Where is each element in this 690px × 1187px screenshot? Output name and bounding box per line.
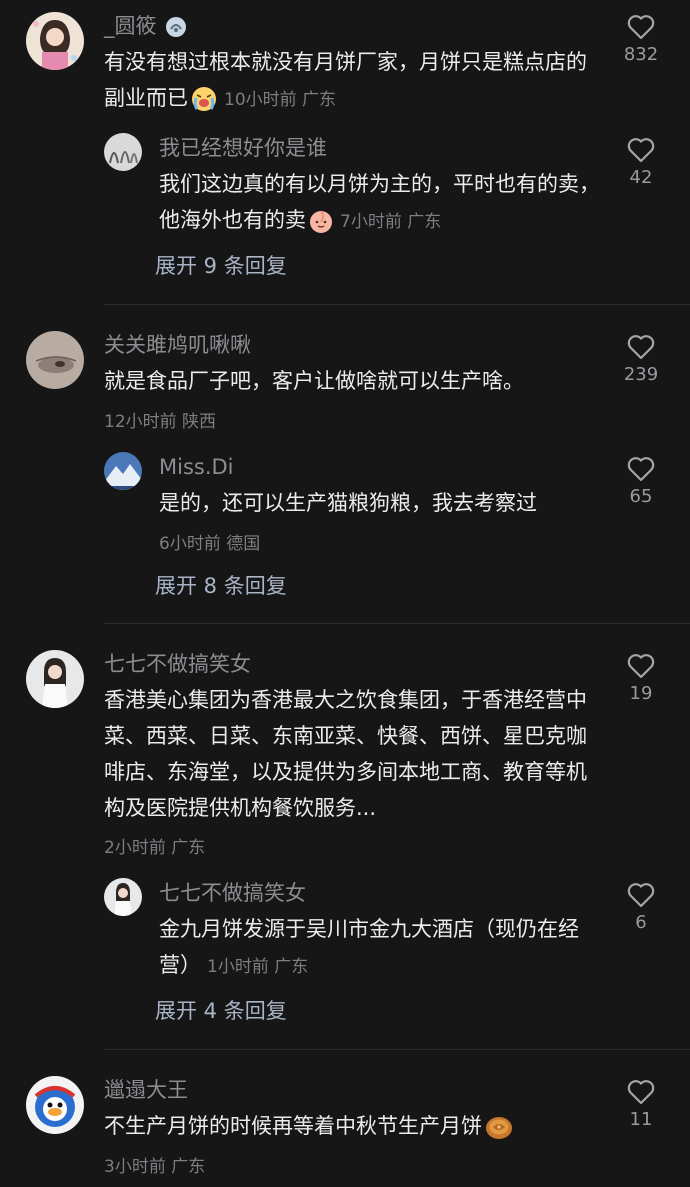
like-count: 42: [629, 167, 653, 188]
comment-username[interactable]: 关关雎鸠叽啾啾: [104, 331, 251, 359]
like-count: 65: [629, 486, 653, 507]
reply-username[interactable]: 我已经想好你是谁: [159, 134, 327, 162]
comment-meta: 10小时前 广东: [224, 90, 337, 110]
avatar[interactable]: [26, 12, 84, 70]
divider: [104, 1049, 690, 1050]
badge-icon: [166, 17, 187, 37]
divider: [104, 623, 690, 624]
comment-text[interactable]: 香港美心集团为香港最大之饮食集团，于香港经营中菜、西菜、日菜、东南亚菜、快餐、西…: [104, 682, 604, 826]
divider: [104, 304, 690, 305]
comment-meta: 12小时前 陕西: [104, 412, 217, 432]
comment-meta: 2小时前 广东: [104, 838, 206, 858]
comment-username[interactable]: 七七不做搞笑女: [104, 650, 251, 678]
like-count: 11: [629, 1109, 653, 1130]
peach-face-emoji: [310, 210, 332, 233]
reply-text[interactable]: 我们这边真的有以月饼为主的，平时也有的卖，他海外也有的卖 7小时前 广东: [159, 166, 609, 240]
like-button[interactable]: 42: [610, 137, 672, 188]
heart-outline-icon: [627, 15, 655, 40]
like-count: 19: [629, 683, 653, 704]
comment-meta: 3小时前 广东: [104, 1157, 206, 1177]
like-button[interactable]: 239: [610, 334, 672, 385]
heart-outline-icon: [627, 654, 655, 679]
avatar[interactable]: [26, 1076, 84, 1134]
like-count: 6: [635, 912, 647, 933]
heart-outline-icon: [627, 457, 655, 482]
like-count: 239: [623, 364, 659, 385]
reply-text[interactable]: 是的，还可以生产猫粮狗粮，我去考察过: [159, 485, 609, 521]
mooncake-emoji: [486, 1117, 512, 1139]
reply-username[interactable]: Miss.Di: [159, 453, 234, 481]
like-button[interactable]: 11: [610, 1079, 672, 1130]
expand-replies-button[interactable]: 展开 4 条回复: [155, 995, 287, 1025]
like-button[interactable]: 19: [610, 653, 672, 704]
reply-username[interactable]: 七七不做搞笑女: [159, 879, 306, 907]
like-button[interactable]: 6: [610, 882, 672, 933]
heart-outline-icon: [627, 883, 655, 908]
expand-replies-button[interactable]: 展开 8 条回复: [155, 570, 287, 600]
avatar[interactable]: [104, 133, 142, 171]
reply-meta: 7小时前 广东: [340, 212, 442, 232]
reply-meta: 6小时前 德国: [159, 534, 261, 554]
avatar[interactable]: [104, 452, 142, 490]
comment-username[interactable]: 邋遢大王: [104, 1076, 188, 1104]
comment-username[interactable]: _圆筱: [104, 12, 187, 40]
expand-replies-button[interactable]: 展开 9 条回复: [155, 250, 287, 280]
heart-outline-icon: [627, 335, 655, 360]
reply-text[interactable]: 金九月饼发源于吴川市金九大酒店（现仍在经营） 1小时前 广东: [159, 911, 604, 985]
avatar[interactable]: [26, 650, 84, 708]
avatar[interactable]: [26, 331, 84, 389]
crying-face-emoji: [192, 87, 216, 111]
reply-meta: 1小时前 广东: [207, 957, 309, 977]
heart-outline-icon: [627, 1080, 655, 1105]
comment-text[interactable]: 有没有想过根本就没有月饼厂家，月饼只是糕点店的副业而已 10小时前 广东: [104, 44, 604, 118]
like-count: 832: [623, 44, 659, 65]
like-button[interactable]: 832: [610, 14, 672, 65]
like-button[interactable]: 65: [610, 456, 672, 507]
comment-text[interactable]: 就是食品厂子吧，客户让做啥就可以生产啥。: [104, 363, 604, 399]
heart-outline-icon: [627, 138, 655, 163]
avatar[interactable]: [104, 878, 142, 916]
comment-text[interactable]: 不生产月饼的时候再等着中秋节生产月饼: [104, 1108, 604, 1144]
